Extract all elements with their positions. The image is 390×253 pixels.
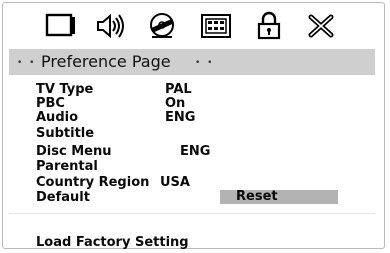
video-disc-icon[interactable] <box>140 6 186 46</box>
help-text: Load Factory Setting <box>36 235 189 250</box>
header-left-dots: • • <box>17 58 37 68</box>
setting-label-parental[interactable]: Parental <box>36 160 98 173</box>
setting-label-disc-menu[interactable]: Disc Menu <box>36 145 111 158</box>
monitor-icon[interactable] <box>38 6 84 46</box>
speaker-audio-icon[interactable] <box>88 6 134 46</box>
setting-label-default[interactable]: Default <box>36 191 90 204</box>
setup-tab-bar <box>0 6 390 46</box>
lock-icon[interactable] <box>246 6 292 46</box>
page-title: Preference Page <box>41 52 171 71</box>
preference-panel-icon[interactable] <box>193 6 239 46</box>
setting-label-tv-type[interactable]: TV Type <box>36 83 93 96</box>
setting-label-pbc[interactable]: PBC <box>36 97 65 110</box>
exit-icon[interactable] <box>298 6 344 46</box>
setting-value-disc-menu: ENG <box>180 144 211 159</box>
setting-value-tv-type: PAL <box>165 82 192 97</box>
reset-option[interactable]: Reset <box>220 190 338 204</box>
setting-label-subtitle[interactable]: Subtitle <box>36 127 94 140</box>
setting-value-country-region: USA <box>160 175 190 190</box>
header-right-dots: • • <box>195 58 215 68</box>
setting-value-audio: ENG <box>165 110 196 125</box>
page-header: • • Preference Page • • <box>9 49 375 75</box>
setting-label-audio[interactable]: Audio <box>36 111 78 124</box>
setting-value-pbc: On <box>165 96 186 111</box>
footer-divider <box>9 213 375 214</box>
setting-label-country-region[interactable]: Country Region <box>36 176 149 189</box>
